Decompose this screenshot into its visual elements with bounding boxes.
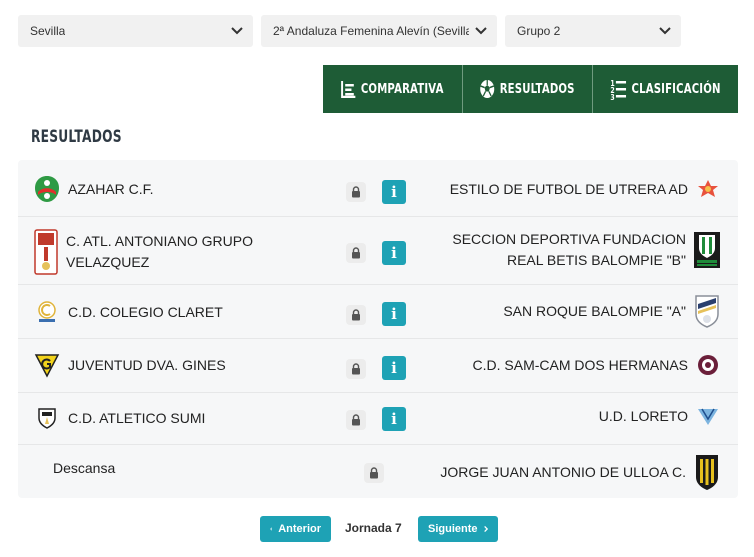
info-icon: i — [391, 359, 397, 377]
chevron-left-icon — [270, 527, 273, 531]
comparison-icon — [341, 81, 356, 98]
bye-label: Descansa — [53, 460, 116, 476]
away-team[interactable]: ESTILO DE FUTBOL DE UTRERA AD — [450, 178, 720, 200]
filters-bar: Sevilla 2ª Andaluza Femenina Alevín (Sev… — [18, 15, 681, 47]
home-team[interactable]: AZAHAR C.F. — [34, 175, 154, 203]
san-roque-crest-icon — [694, 294, 720, 328]
province-select-value: Sevilla — [30, 24, 66, 38]
away-team-name: U.D. LORETO — [598, 407, 688, 424]
match-row: C. ATL. ANTONIANO GRUPO VELAZQUEZ i SECC… — [18, 217, 738, 284]
estilo-utrera-crest-icon — [696, 178, 720, 200]
chevron-down-icon — [659, 27, 671, 35]
azahar-crest-icon — [34, 175, 60, 203]
away-team-name: ESTILO DE FUTBOL DE UTRERA AD — [449, 180, 688, 197]
competition-select[interactable]: 2ª Andaluza Femenina Alevín (Sevilla) — [261, 15, 497, 47]
match-info-button[interactable]: i — [382, 180, 406, 204]
tab-resultados[interactable]: RESULTADOS — [463, 65, 593, 113]
match-info-button[interactable]: i — [382, 407, 406, 431]
loreto-crest-icon — [696, 405, 720, 427]
away-team[interactable]: U.D. LORETO — [599, 405, 720, 427]
ranking-list-icon: 1 2 3 — [611, 78, 627, 100]
group-select-value: Grupo 2 — [517, 24, 561, 38]
current-round: Jornada 7 — [345, 521, 402, 535]
home-team[interactable]: JUVENTUD DVA. GINES — [34, 352, 226, 378]
gines-crest-icon — [34, 352, 60, 378]
tab-comparativa[interactable]: COMPARATIVA — [323, 65, 463, 113]
province-select[interactable]: Sevilla — [18, 15, 253, 47]
away-team[interactable]: SECCION DEPORTIVA FUNDACION REAL BETIS B… — [452, 229, 720, 271]
info-icon: i — [391, 305, 397, 323]
home-team-name-line-1: C. ATL. ANTONIANO GRUPO — [66, 233, 253, 249]
page-title: RESULTADOS — [31, 127, 122, 147]
away-team-name: SAN ROQUE BALOMPIE "A" — [503, 302, 686, 319]
tab-clasificacion[interactable]: 1 2 3 CLASIFICACIÓN — [593, 65, 738, 113]
away-team[interactable]: SAN ROQUE BALOMPIE "A" — [503, 294, 720, 328]
chevron-right-icon — [483, 525, 488, 533]
home-team-name: C.D. COLEGIO CLARET — [68, 303, 223, 320]
match-row: C.D. COLEGIO CLARET i SAN ROQUE BALOMPIE… — [18, 285, 738, 338]
lock-icon — [346, 410, 366, 430]
away-team[interactable]: C.D. SAM-CAM DOS HERMANAS — [473, 353, 720, 377]
competition-select-value: 2ª Andaluza Femenina Alevín (Sevilla) — [273, 24, 469, 38]
tab-comparativa-label: COMPARATIVA — [361, 81, 445, 97]
ulloa-crest-icon — [694, 453, 720, 491]
group-select[interactable]: Grupo 2 — [505, 15, 681, 47]
home-team-name-line-2: VELAZQUEZ — [66, 254, 150, 270]
away-team-name-line-2: REAL BETIS BALOMPIE "B" — [506, 252, 686, 268]
match-info-button[interactable]: i — [382, 302, 406, 326]
away-team-name: SECCION DEPORTIVA FUNDACION REAL BETIS B… — [452, 229, 686, 271]
match-info-button[interactable]: i — [382, 356, 406, 380]
home-team[interactable]: C.D. COLEGIO CLARET — [34, 300, 223, 324]
bye-row: Descansa JORGE JUAN ANTONIO DE ULLOA C. — [18, 445, 738, 498]
home-team[interactable]: C.D. ATLETICO SUMI — [34, 405, 205, 431]
previous-button[interactable]: Anterior — [260, 516, 331, 542]
sam-cam-crest-icon — [696, 353, 720, 377]
info-icon: i — [391, 410, 397, 428]
match-row: C.D. ATLETICO SUMI i U.D. LORETO — [18, 393, 738, 444]
results-list: AZAHAR C.F. i ESTILO DE FUTBOL DE UTRERA… — [18, 160, 738, 498]
lock-icon — [346, 243, 366, 263]
lock-icon — [346, 359, 366, 379]
bye-team[interactable]: JORGE JUAN ANTONIO DE ULLOA C. — [440, 453, 720, 491]
away-team-name: C.D. SAM-CAM DOS HERMANAS — [472, 356, 688, 373]
away-team-name-line-1: SECCION DEPORTIVA FUNDACION — [452, 231, 686, 247]
home-team-name: AZAHAR C.F. — [68, 180, 154, 197]
home-team[interactable]: C. ATL. ANTONIANO GRUPO VELAZQUEZ — [34, 229, 253, 275]
home-team-name: C.D. ATLETICO SUMI — [68, 409, 206, 426]
soccer-ball-icon — [480, 80, 495, 98]
claret-crest-icon — [34, 300, 60, 324]
lock-icon — [346, 182, 366, 202]
match-row: JUVENTUD DVA. GINES i C.D. SAM-CAM DOS H… — [18, 339, 738, 392]
previous-button-label: Anterior — [278, 523, 321, 535]
home-team-name: JUVENTUD DVA. GINES — [68, 356, 226, 373]
match-info-button[interactable]: i — [382, 241, 406, 265]
lock-icon — [346, 305, 366, 325]
chevron-down-icon — [231, 27, 243, 35]
chevron-down-icon — [475, 27, 487, 35]
svg-text:3: 3 — [611, 92, 615, 100]
sumi-crest-icon — [34, 405, 60, 431]
info-icon: i — [391, 244, 397, 262]
next-button[interactable]: Siguiente — [418, 516, 498, 542]
betis-crest-icon — [694, 232, 720, 268]
info-icon: i — [391, 183, 397, 201]
tab-resultados-label: RESULTADOS — [500, 81, 576, 97]
home-team-name: C. ATL. ANTONIANO GRUPO VELAZQUEZ — [66, 231, 253, 273]
lock-icon — [364, 463, 384, 483]
match-row: AZAHAR C.F. i ESTILO DE FUTBOL DE UTRERA… — [18, 160, 738, 216]
bye-team-name: JORGE JUAN ANTONIO DE ULLOA C. — [440, 463, 686, 480]
tab-clasificacion-label: CLASIFICACIÓN — [631, 81, 722, 97]
section-tabs: COMPARATIVA RESULTADOS 1 2 3 CLASIFICACI… — [323, 65, 738, 113]
next-button-label: Siguiente — [428, 523, 478, 535]
pagination: Anterior Jornada 7 Siguiente — [0, 516, 754, 542]
antoniano-crest-icon — [34, 229, 58, 275]
